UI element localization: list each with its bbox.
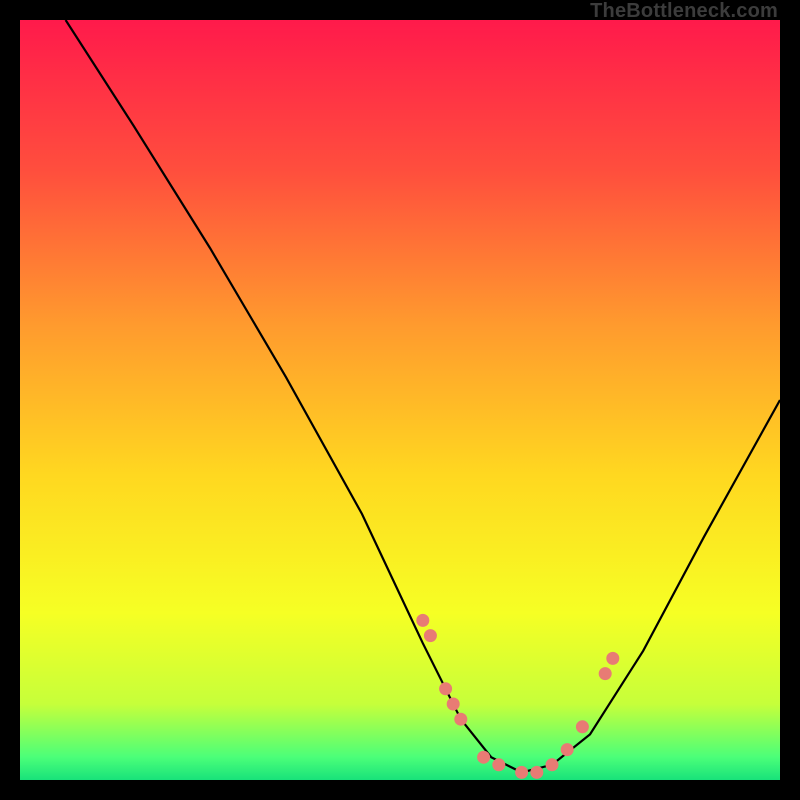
sample-point [416, 614, 429, 627]
chart-gradient-bg [20, 20, 780, 780]
chart-svg [20, 20, 780, 780]
sample-point [576, 720, 589, 733]
sample-point [439, 682, 452, 695]
watermark-text: TheBottleneck.com [590, 0, 778, 23]
sample-point [515, 766, 528, 779]
sample-point [492, 758, 505, 771]
sample-point [477, 751, 490, 764]
sample-point [424, 629, 437, 642]
sample-point [606, 652, 619, 665]
chart-frame [20, 20, 780, 780]
sample-point [546, 758, 559, 771]
sample-point [530, 766, 543, 779]
sample-point [447, 698, 460, 711]
sample-point [599, 667, 612, 680]
sample-point [561, 743, 574, 756]
sample-point [454, 713, 467, 726]
